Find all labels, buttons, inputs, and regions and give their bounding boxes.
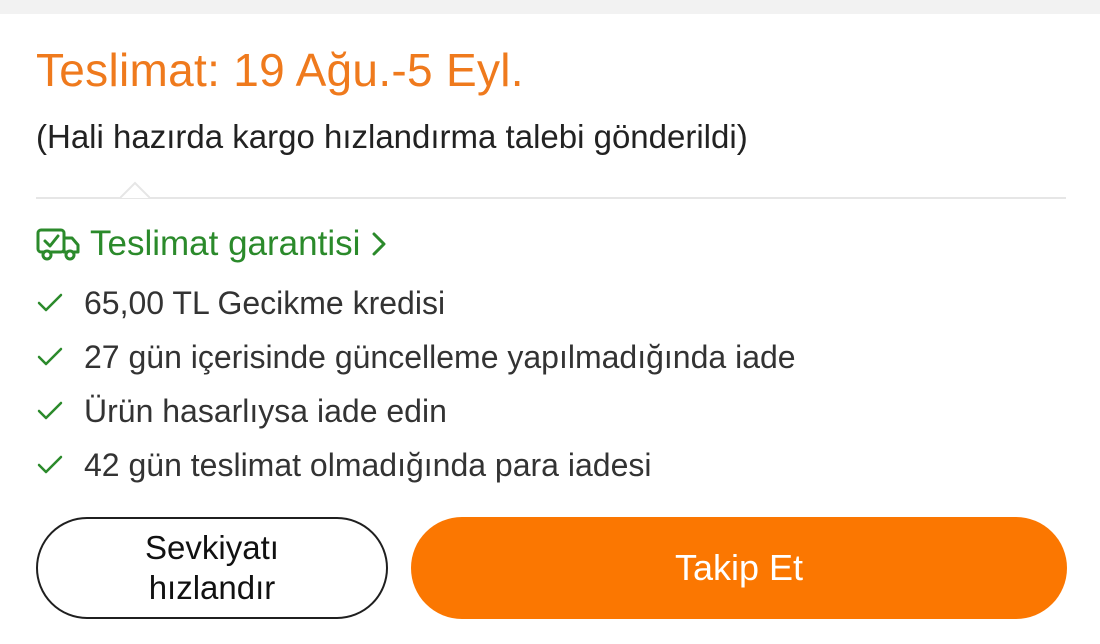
expedite-shipment-label: Sevkiyatı hızlandır <box>145 529 279 606</box>
delivery-title: Teslimat: 19 Ağu.-5 Eyl. <box>36 44 524 96</box>
benefit-text: 42 gün teslimat olmadığında para iadesi <box>84 446 652 483</box>
benefit-item: 65,00 TL Gecikme kredisi <box>36 276 796 330</box>
benefit-item: 42 gün teslimat olmadığında para iadesi <box>36 438 796 492</box>
check-icon <box>37 347 63 366</box>
benefit-item: 27 gün içerisinde güncelleme yapılmadığı… <box>36 330 796 384</box>
chevron-right-icon <box>372 232 386 256</box>
check-icon <box>37 293 63 312</box>
top-bar <box>0 0 1100 14</box>
delivery-card: Teslimat: 19 Ağu.-5 Eyl. (Hali hazırda k… <box>0 14 1100 644</box>
benefit-text: Ürün hasarlıysa iade edin <box>84 392 447 429</box>
delivery-subtitle: (Hali hazırda kargo hızlandırma talebi g… <box>36 118 748 155</box>
delivery-guarantee-link[interactable]: Teslimat garantisi <box>36 222 388 266</box>
track-button-label: Takip Et <box>674 547 804 588</box>
benefit-text: 27 gün içerisinde güncelleme yapılmadığı… <box>84 338 796 375</box>
guarantee-benefits-list: 65,00 TL Gecikme kredisi 27 gün içerisin… <box>36 276 796 492</box>
divider <box>36 197 1066 199</box>
expedite-shipment-button[interactable]: Sevkiyatı hızlandır <box>36 517 388 619</box>
benefit-text: 65,00 TL Gecikme kredisi <box>84 284 446 321</box>
check-icon <box>37 455 63 474</box>
benefit-item: Ürün hasarlıysa iade edin <box>36 384 796 438</box>
guarantee-label: Teslimat garantisi <box>90 224 361 263</box>
check-icon <box>37 401 63 420</box>
divider-notch <box>120 181 150 198</box>
truck-check-icon <box>36 228 80 261</box>
track-button[interactable]: Takip Et <box>411 517 1067 619</box>
